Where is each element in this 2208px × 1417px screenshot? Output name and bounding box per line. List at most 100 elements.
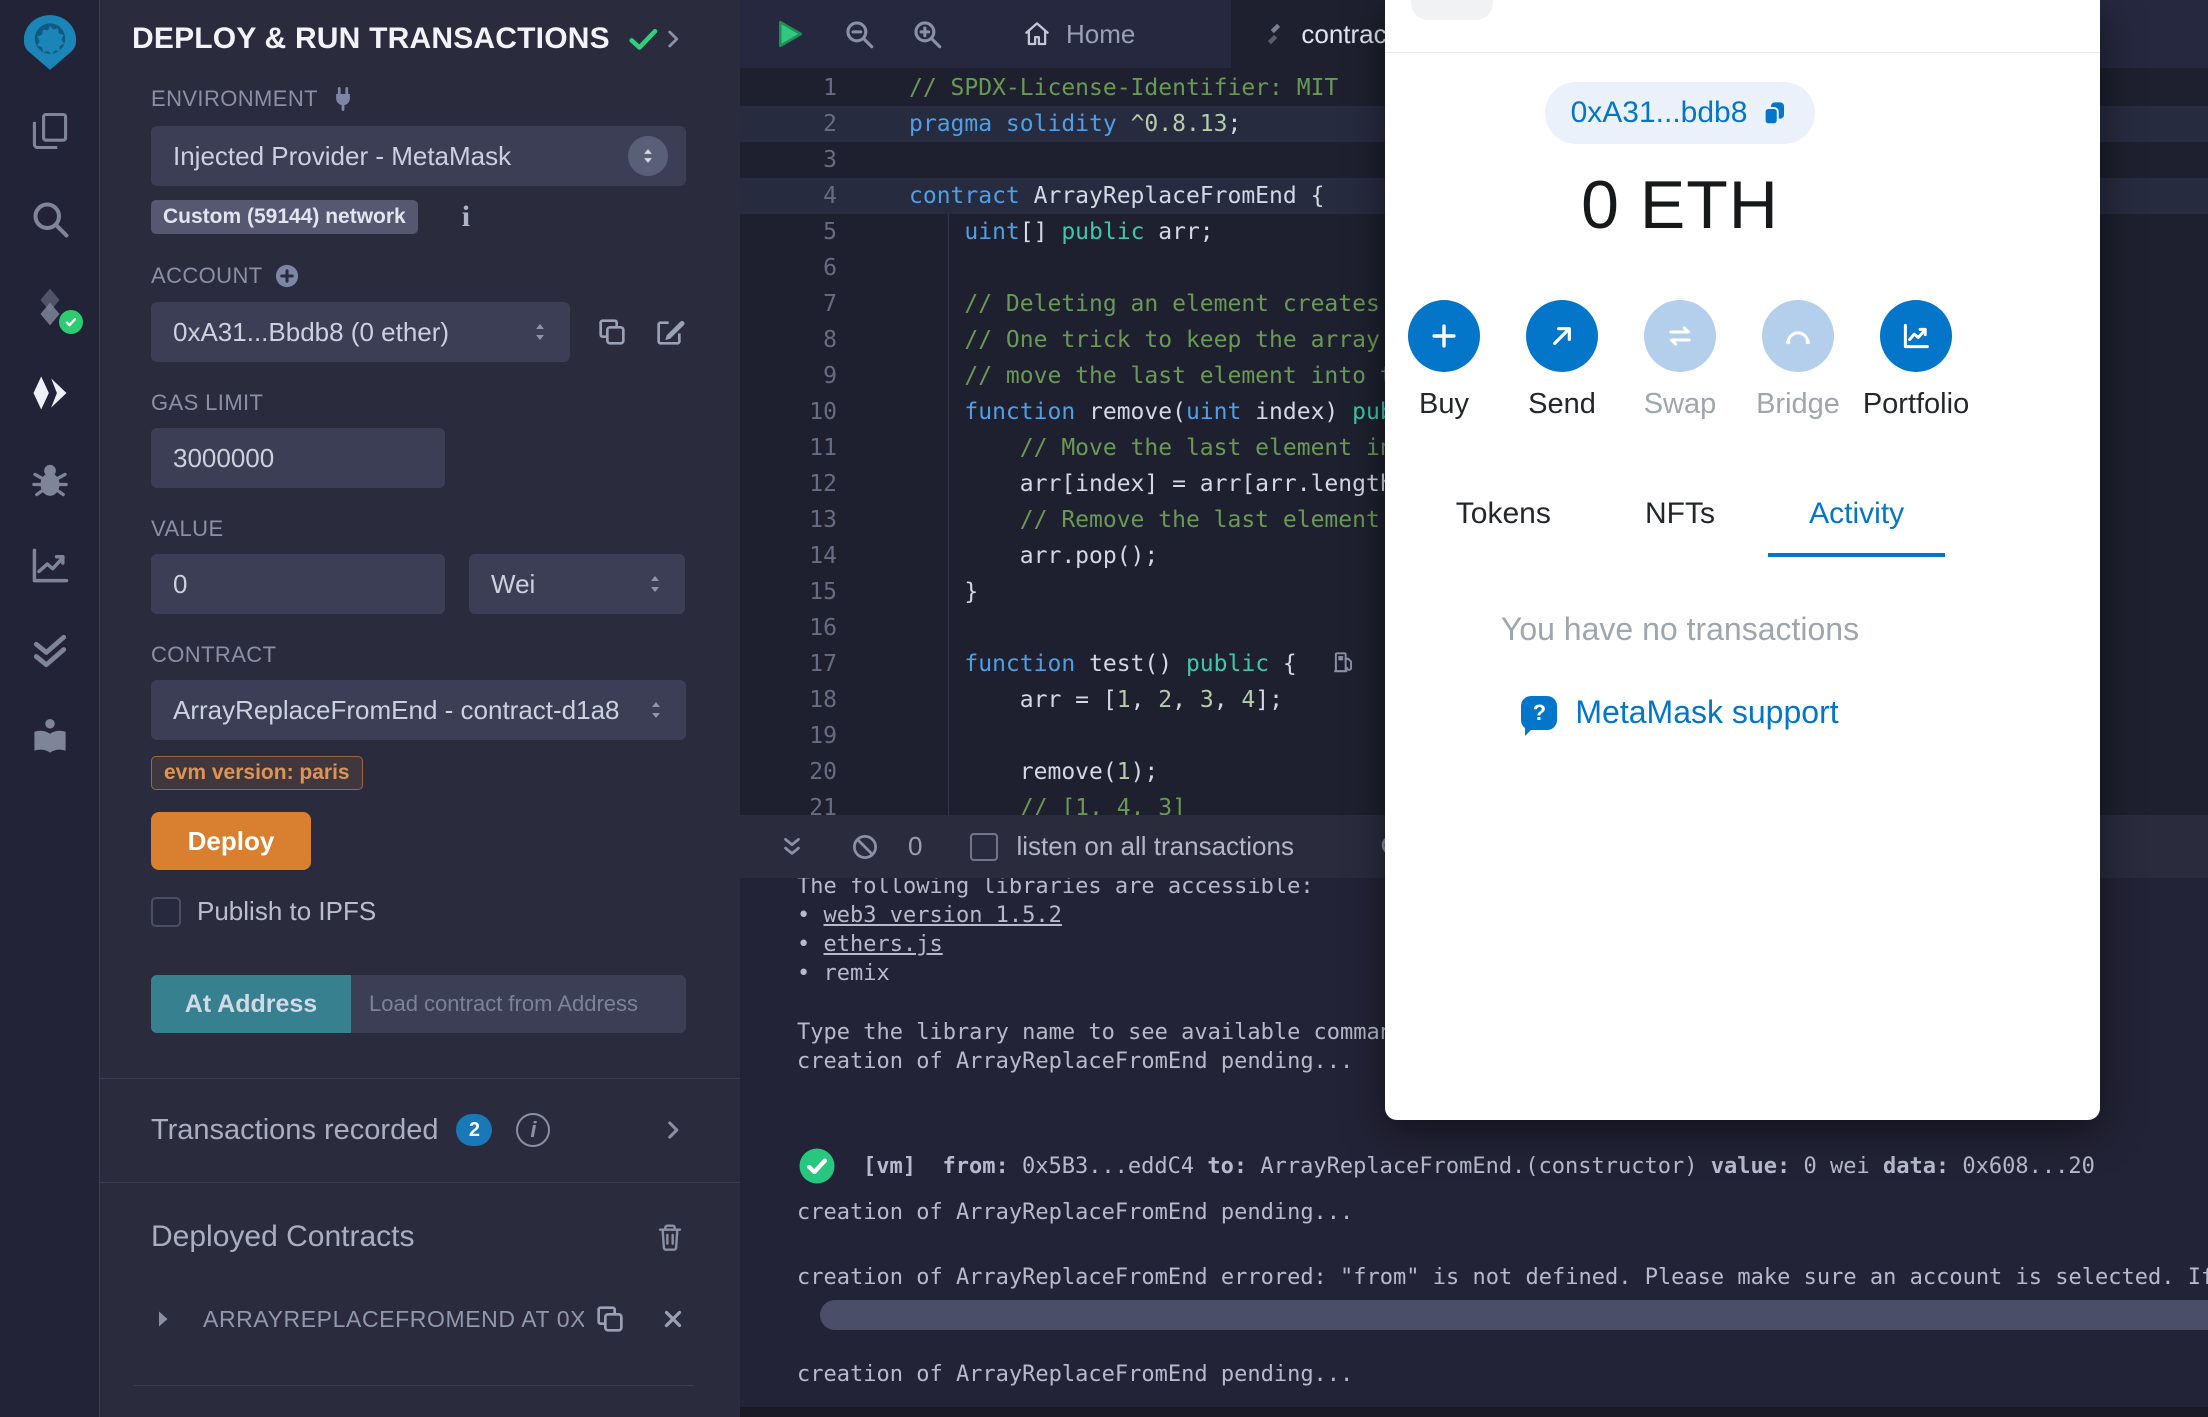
metamask-support-label: MetaMask support <box>1575 694 1839 730</box>
deploy-run-icon <box>27 370 73 416</box>
value-label: VALUE <box>151 516 224 541</box>
plug-icon[interactable] <box>328 84 358 114</box>
sidebar-item-learneth[interactable] <box>0 702 99 772</box>
tab-activity[interactable]: Activity <box>1768 497 1946 557</box>
bridge-action-button[interactable]: Bridge <box>1751 300 1845 421</box>
deploy-button[interactable]: Deploy <box>151 812 311 870</box>
unit-testing-icon <box>28 629 72 673</box>
transactions-recorded-label: Transactions recorded <box>151 1113 439 1146</box>
account-label: ACCOUNT <box>151 263 263 288</box>
line-number: 8 <box>823 327 837 353</box>
listen-transactions-checkbox[interactable] <box>970 832 999 861</box>
remove-contract-x-icon[interactable] <box>660 1306 686 1332</box>
sidebar-item-debugger[interactable] <box>0 444 99 514</box>
zoom-out-icon[interactable] <box>842 17 876 51</box>
transactions-info-icon[interactable]: i <box>516 1113 551 1147</box>
transactions-expand-chevron-icon[interactable] <box>660 1117 686 1143</box>
deployed-contract-name: ARRAYREPLACEFROMEND AT 0X3 <box>203 1305 584 1332</box>
sidebar-item-solidity-compiler[interactable] <box>0 272 99 342</box>
deployed-contracts-header: Deployed Contracts <box>151 1199 686 1275</box>
account-address: 0xA31...bdb8 <box>1570 96 1748 129</box>
swap-action-button[interactable]: Swap <box>1633 300 1727 421</box>
gas-limit-label: GAS LIMIT <box>151 390 264 415</box>
account-label-row: ACCOUNT <box>151 262 686 290</box>
environment-stepper-icon[interactable] <box>628 136 668 176</box>
home-icon <box>1022 19 1052 49</box>
listen-transactions-label: listen on all transactions <box>1016 831 1294 861</box>
panel-title: DEPLOY & RUN TRANSACTIONS <box>132 22 610 55</box>
plugin-icon-sidebar <box>0 0 100 1417</box>
panel-collapse-chevron-icon[interactable] <box>660 26 686 52</box>
at-address-button[interactable]: At Address <box>151 975 351 1033</box>
tab-home[interactable]: Home <box>996 0 1161 68</box>
sidebar-item-analytics[interactable] <box>0 530 99 600</box>
account-address-pill[interactable]: 0xA31...bdb8 <box>1544 82 1816 144</box>
sidebar-item-deploy-run[interactable] <box>0 358 99 428</box>
action-label: Portfolio <box>1862 388 1970 420</box>
network-badge: Custom (59144) network <box>151 200 418 234</box>
gas-estimate-icon[interactable] <box>1331 649 1357 675</box>
file-explorer-icon <box>28 109 72 153</box>
copy-account-icon[interactable] <box>596 316 628 348</box>
account-stepper-icon[interactable] <box>528 320 552 344</box>
code-text: function test() public { <box>885 646 1357 682</box>
buy-action-button[interactable]: Buy <box>1397 300 1491 421</box>
copy-address-icon <box>1759 98 1789 128</box>
terminal-expand-icon[interactable] <box>778 833 806 861</box>
sidebar-item-search[interactable] <box>0 184 99 254</box>
contract-stepper-icon[interactable] <box>644 698 668 722</box>
mm-send-icon <box>1546 320 1578 352</box>
line-number: 6 <box>823 255 837 281</box>
account-select[interactable]: 0xA31...Bbdb8 (0 ether) <box>151 302 570 362</box>
remix-logo-icon <box>19 11 81 73</box>
code-text: remove(1); <box>909 759 1159 785</box>
zoom-in-icon[interactable] <box>910 17 944 51</box>
copy-contract-address-icon[interactable] <box>594 1303 626 1335</box>
value-unit-select[interactable]: Wei <box>469 554 685 614</box>
metamask-support-link[interactable]: ? MetaMask support <box>1521 694 1839 736</box>
publish-to-ipfs-row[interactable]: Publish to IPFS <box>151 896 686 927</box>
value-input[interactable] <box>151 554 445 614</box>
add-account-icon[interactable] <box>273 262 301 290</box>
deployed-contract-expand-chevron-icon[interactable] <box>151 1307 175 1331</box>
edit-account-icon[interactable] <box>654 316 686 348</box>
terminal-horizontal-scrollbar[interactable] <box>820 1300 2208 1330</box>
vm-transaction-log[interactable]: [vm] from: 0x5B3...eddC4 to: ArrayReplac… <box>797 1146 2208 1186</box>
code-text: uint[] public arr; <box>964 219 1214 245</box>
line-number: 20 <box>809 759 837 785</box>
support-question-icon: ? <box>1521 695 1558 736</box>
gas-limit-input[interactable] <box>151 428 445 488</box>
sidebar-item-unit-testing[interactable] <box>0 616 99 686</box>
line-number: 1 <box>823 75 837 101</box>
sidebar-item-remix-logo[interactable] <box>0 6 99 78</box>
at-address-input[interactable] <box>351 975 686 1033</box>
clear-deployed-trash-icon[interactable] <box>654 1221 686 1253</box>
value-unit-stepper-icon[interactable] <box>643 572 667 596</box>
contract-value: ArrayReplaceFromEnd - contract-d1a8 <box>173 694 620 725</box>
tab-tokens[interactable]: Tokens <box>1415 497 1592 557</box>
terminal-bottom-strip <box>740 1407 2208 1417</box>
publish-to-ipfs-checkbox[interactable] <box>151 896 181 927</box>
line-number: 13 <box>809 507 837 533</box>
metamask-tabs: Tokens NFTs Activity <box>1415 497 1946 557</box>
environment-select[interactable]: Injected Provider - MetaMask <box>151 126 686 186</box>
transactions-count-badge: 2 <box>456 1114 493 1146</box>
mm-bridge-icon <box>1781 319 1815 353</box>
deployed-contract-row: ARRAYREPLACEFROMEND AT 0X3 <box>151 1289 686 1349</box>
sidebar-item-file-explorer[interactable] <box>0 96 99 166</box>
run-script-play-icon[interactable] <box>770 15 808 53</box>
clear-console-block-icon[interactable] <box>850 832 880 862</box>
code-text: // [1, 4, 3] <box>909 795 1186 818</box>
code-text: // SPDX-License-Identifier: MIT <box>909 75 1339 101</box>
portfolio-action-button[interactable]: Portfolio <box>1863 300 1969 421</box>
contract-select[interactable]: ArrayReplaceFromEnd - contract-d1a8 <box>151 680 686 740</box>
line-number: 9 <box>823 363 837 389</box>
line-number: 21 <box>809 795 837 818</box>
tab-nfts[interactable]: NFTs <box>1592 497 1769 557</box>
metamask-network-pill[interactable] <box>1411 0 1493 20</box>
transactions-recorded-row[interactable]: Transactions recorded 2 i <box>151 1099 686 1161</box>
send-action-button[interactable]: Send <box>1515 300 1609 421</box>
code-text: pragma solidity ^0.8.13; <box>909 111 1242 137</box>
mm-portfolio-icon <box>1899 319 1933 353</box>
